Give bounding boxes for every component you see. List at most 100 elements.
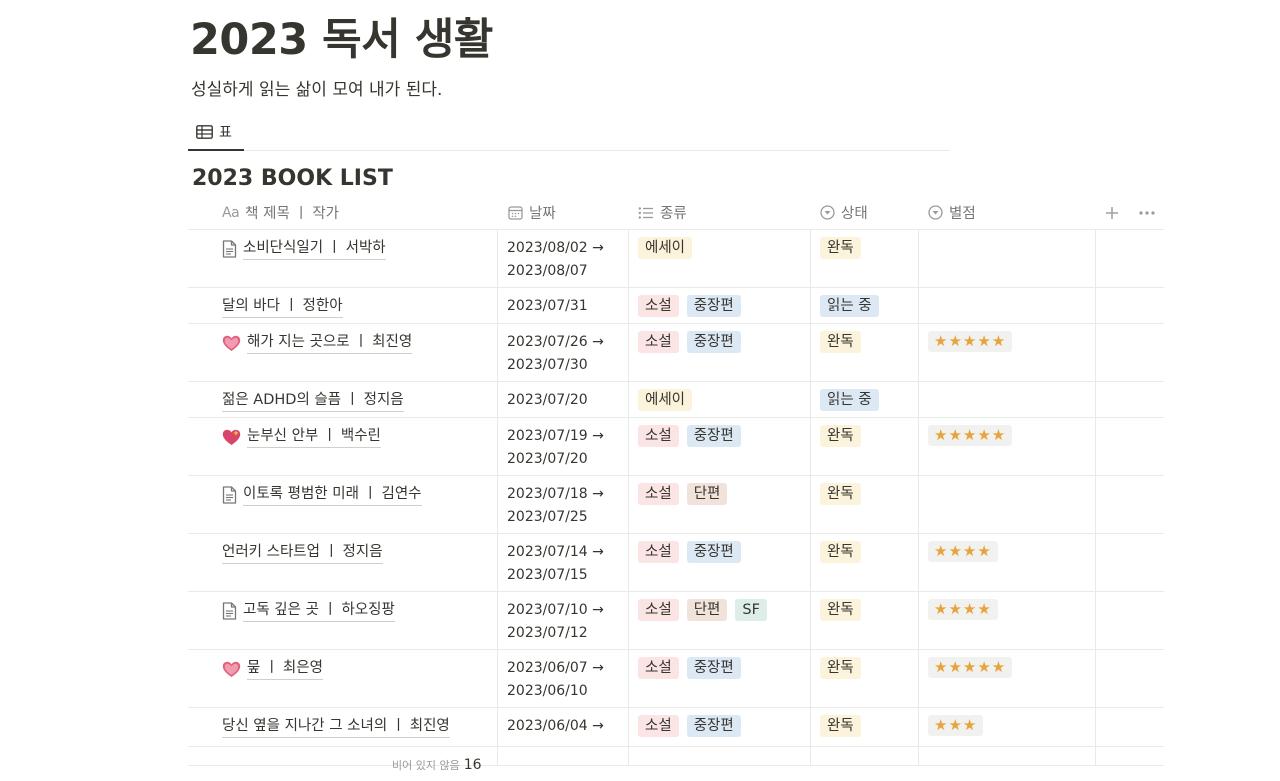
column-header-genre[interactable]: 종류 xyxy=(638,195,687,230)
status-badge: 완독 xyxy=(820,425,861,447)
book-title-author[interactable]: 이토록 평범한 미래 ㅣ 김연수 xyxy=(243,484,422,506)
cell-date[interactable]: 2023/08/02 → 2023/08/07 xyxy=(507,237,604,283)
cell-status[interactable]: 읽는 중 xyxy=(820,389,879,411)
cell-title[interactable]: 해가 지는 곳으로 ㅣ 최진영 xyxy=(222,332,413,354)
table-row[interactable]: 젊은 ADHD의 슬픔 ㅣ 정지음 2023/07/20 에세이 읽는 중 xyxy=(188,382,1164,418)
cell-rating[interactable]: ★★★★★ xyxy=(928,425,1013,446)
book-title-author[interactable]: 젊은 ADHD의 슬픔 ㅣ 정지음 xyxy=(222,390,404,412)
book-title-author[interactable]: 소비단식일기 ㅣ 서박하 xyxy=(243,238,386,260)
cell-title[interactable]: 이토록 평범한 미래 ㅣ 김연수 xyxy=(222,484,422,506)
column-header-name-label: 책 제목 ㅣ 작가 xyxy=(245,206,340,222)
cell-title[interactable]: 고독 깊은 곳 ㅣ 하오징팡 xyxy=(222,600,395,622)
date-end: 2023/06/10 xyxy=(507,683,588,699)
cell-date[interactable]: 2023/07/18 → 2023/07/25 xyxy=(507,483,604,529)
column-header-rating[interactable]: 별점 xyxy=(928,195,976,230)
book-title-author[interactable]: 눈부신 안부 ㅣ 백수린 xyxy=(247,426,381,448)
cell-status[interactable]: 읽는 중 xyxy=(820,295,879,317)
cell-genre[interactable]: 소설 중장편 xyxy=(638,425,741,447)
cell-title[interactable]: 뭎 ㅣ 최은영 xyxy=(222,658,323,680)
table-row[interactable]: 고독 깊은 곳 ㅣ 하오징팡 2023/07/10 → 2023/07/12 소설 단편… xyxy=(188,592,1164,650)
cell-status[interactable]: 완독 xyxy=(820,541,861,563)
cell-status[interactable]: 완독 xyxy=(820,483,861,505)
column-divider xyxy=(628,324,629,381)
cell-date[interactable]: 2023/06/04 → xyxy=(507,715,604,738)
cell-date[interactable]: 2023/07/19 → 2023/07/20 xyxy=(507,425,604,471)
cell-status[interactable]: 완독 xyxy=(820,425,861,447)
table-footer: 비어 있지 않음 16 xyxy=(188,746,1164,781)
column-divider xyxy=(1095,534,1096,591)
date-end: 2023/07/25 xyxy=(507,509,588,525)
book-title-author[interactable]: 당신 옆을 지나간 그 소녀의 ㅣ 최진영 xyxy=(222,716,450,738)
more-options-button[interactable] xyxy=(1139,195,1155,230)
page-subtitle: 성실하게 읽는 삶이 모여 내가 된다. xyxy=(191,80,443,100)
plus-icon xyxy=(1105,206,1119,220)
genre-tag: 중장편 xyxy=(686,657,741,679)
cell-genre[interactable]: 소설 중장편 xyxy=(638,295,741,317)
cell-title[interactable]: 달의 바다 ㅣ 정한아 xyxy=(222,296,343,318)
cell-rating[interactable]: ★★★★ xyxy=(928,541,998,562)
cell-genre[interactable]: 소설 중장편 xyxy=(638,657,741,679)
cell-title[interactable]: 소비단식일기 ㅣ 서박하 xyxy=(222,238,386,260)
cell-date[interactable]: 2023/07/20 xyxy=(507,389,588,412)
tab-table-view[interactable]: 표 xyxy=(188,114,244,151)
cell-status[interactable]: 완독 xyxy=(820,331,861,353)
genre-tag: 에세이 xyxy=(638,389,693,411)
cell-rating[interactable]: ★★★★ xyxy=(928,599,998,620)
calculation-count[interactable]: 비어 있지 않음 16 xyxy=(392,757,482,773)
date-start: 2023/08/02 → xyxy=(507,240,604,256)
book-title-author[interactable]: 언러키 스타트업 ㅣ 정지음 xyxy=(222,542,383,564)
heart-with-sparkle-icon xyxy=(222,429,241,446)
rating-stars: ★★★★★ xyxy=(928,331,1013,352)
cell-title[interactable]: 당신 옆을 지나간 그 소녀의 ㅣ 최진영 xyxy=(222,716,450,738)
cell-genre[interactable]: 소설 단편 SF xyxy=(638,599,767,621)
column-divider xyxy=(628,592,629,649)
table-row[interactable]: 달의 바다 ㅣ 정한아 2023/07/31 소설 중장편 읽는 중 xyxy=(188,288,1164,324)
table-row[interactable]: 뭎 ㅣ 최은영 2023/06/07 → 2023/06/10 소설 중장편 완독 ★★★★… xyxy=(188,650,1164,708)
table-row[interactable]: 언러키 스타트업 ㅣ 정지음 2023/07/14 → 2023/07/15 소설 중장… xyxy=(188,534,1164,592)
date-start: 2023/07/10 → xyxy=(507,602,604,618)
page-icon xyxy=(222,602,237,620)
cell-date[interactable]: 2023/07/31 xyxy=(507,295,588,318)
table-row[interactable]: 소비단식일기 ㅣ 서박하 2023/08/02 → 2023/08/07 에세이 완독 xyxy=(188,230,1164,288)
column-header-status[interactable]: 상태 xyxy=(820,195,868,230)
column-divider xyxy=(1095,476,1096,533)
book-title-author[interactable]: 해가 지는 곳으로 ㅣ 최진영 xyxy=(247,332,413,354)
cell-date[interactable]: 2023/07/26 → 2023/07/30 xyxy=(507,331,604,377)
table-row[interactable]: 눈부신 안부 ㅣ 백수린 2023/07/19 → 2023/07/20 소설 중장편 완… xyxy=(188,418,1164,476)
cell-genre[interactable]: 에세이 xyxy=(638,237,693,259)
column-divider xyxy=(628,418,629,475)
cell-rating[interactable]: ★★★ xyxy=(928,715,984,736)
cell-genre[interactable]: 소설 중장편 xyxy=(638,331,741,353)
genre-tag: 에세이 xyxy=(638,237,693,259)
cell-title[interactable]: 눈부신 안부 ㅣ 백수린 xyxy=(222,426,381,448)
cell-date[interactable]: 2023/07/14 → 2023/07/15 xyxy=(507,541,604,587)
column-header-name[interactable]: Aa 책 제목 ㅣ 작가 xyxy=(222,195,339,230)
add-property-button[interactable] xyxy=(1105,195,1119,230)
column-header-rating-label: 별점 xyxy=(949,206,976,222)
book-title-author[interactable]: 고독 깊은 곳 ㅣ 하오징팡 xyxy=(243,600,395,622)
page-icon xyxy=(222,240,237,258)
cell-genre[interactable]: 소설 중장편 xyxy=(638,541,741,563)
book-title-author[interactable]: 뭎 ㅣ 최은영 xyxy=(247,658,323,680)
cell-rating[interactable]: ★★★★★ xyxy=(928,657,1013,678)
cell-genre[interactable]: 소설 단편 xyxy=(638,483,728,505)
column-divider xyxy=(1095,592,1096,649)
genre-tag: 중장편 xyxy=(686,295,741,317)
cell-status[interactable]: 완독 xyxy=(820,599,861,621)
column-header-date[interactable]: 날짜 xyxy=(508,195,556,230)
cell-title[interactable]: 젊은 ADHD의 슬픔 ㅣ 정지음 xyxy=(222,390,404,412)
cell-status[interactable]: 완독 xyxy=(820,715,861,737)
cell-status[interactable]: 완독 xyxy=(820,657,861,679)
table-row[interactable]: 이토록 평범한 미래 ㅣ 김연수 2023/07/18 → 2023/07/25 소설… xyxy=(188,476,1164,534)
cell-status[interactable]: 완독 xyxy=(820,237,861,259)
cell-rating[interactable]: ★★★★★ xyxy=(928,331,1013,352)
cell-date[interactable]: 2023/07/10 → 2023/07/12 xyxy=(507,599,604,645)
database-title[interactable]: 2023 BOOK LIST xyxy=(192,164,393,194)
cell-title[interactable]: 언러키 스타트업 ㅣ 정지음 xyxy=(222,542,383,564)
cell-date[interactable]: 2023/06/07 → 2023/06/10 xyxy=(507,657,604,703)
cell-genre[interactable]: 에세이 xyxy=(638,389,693,411)
cell-genre[interactable]: 소설 중장편 xyxy=(638,715,741,737)
book-title-author[interactable]: 달의 바다 ㅣ 정한아 xyxy=(222,296,343,318)
table-row[interactable]: 해가 지는 곳으로 ㅣ 최진영 2023/07/26 → 2023/07/30 소설 중… xyxy=(188,324,1164,382)
calendar-icon xyxy=(508,205,523,220)
